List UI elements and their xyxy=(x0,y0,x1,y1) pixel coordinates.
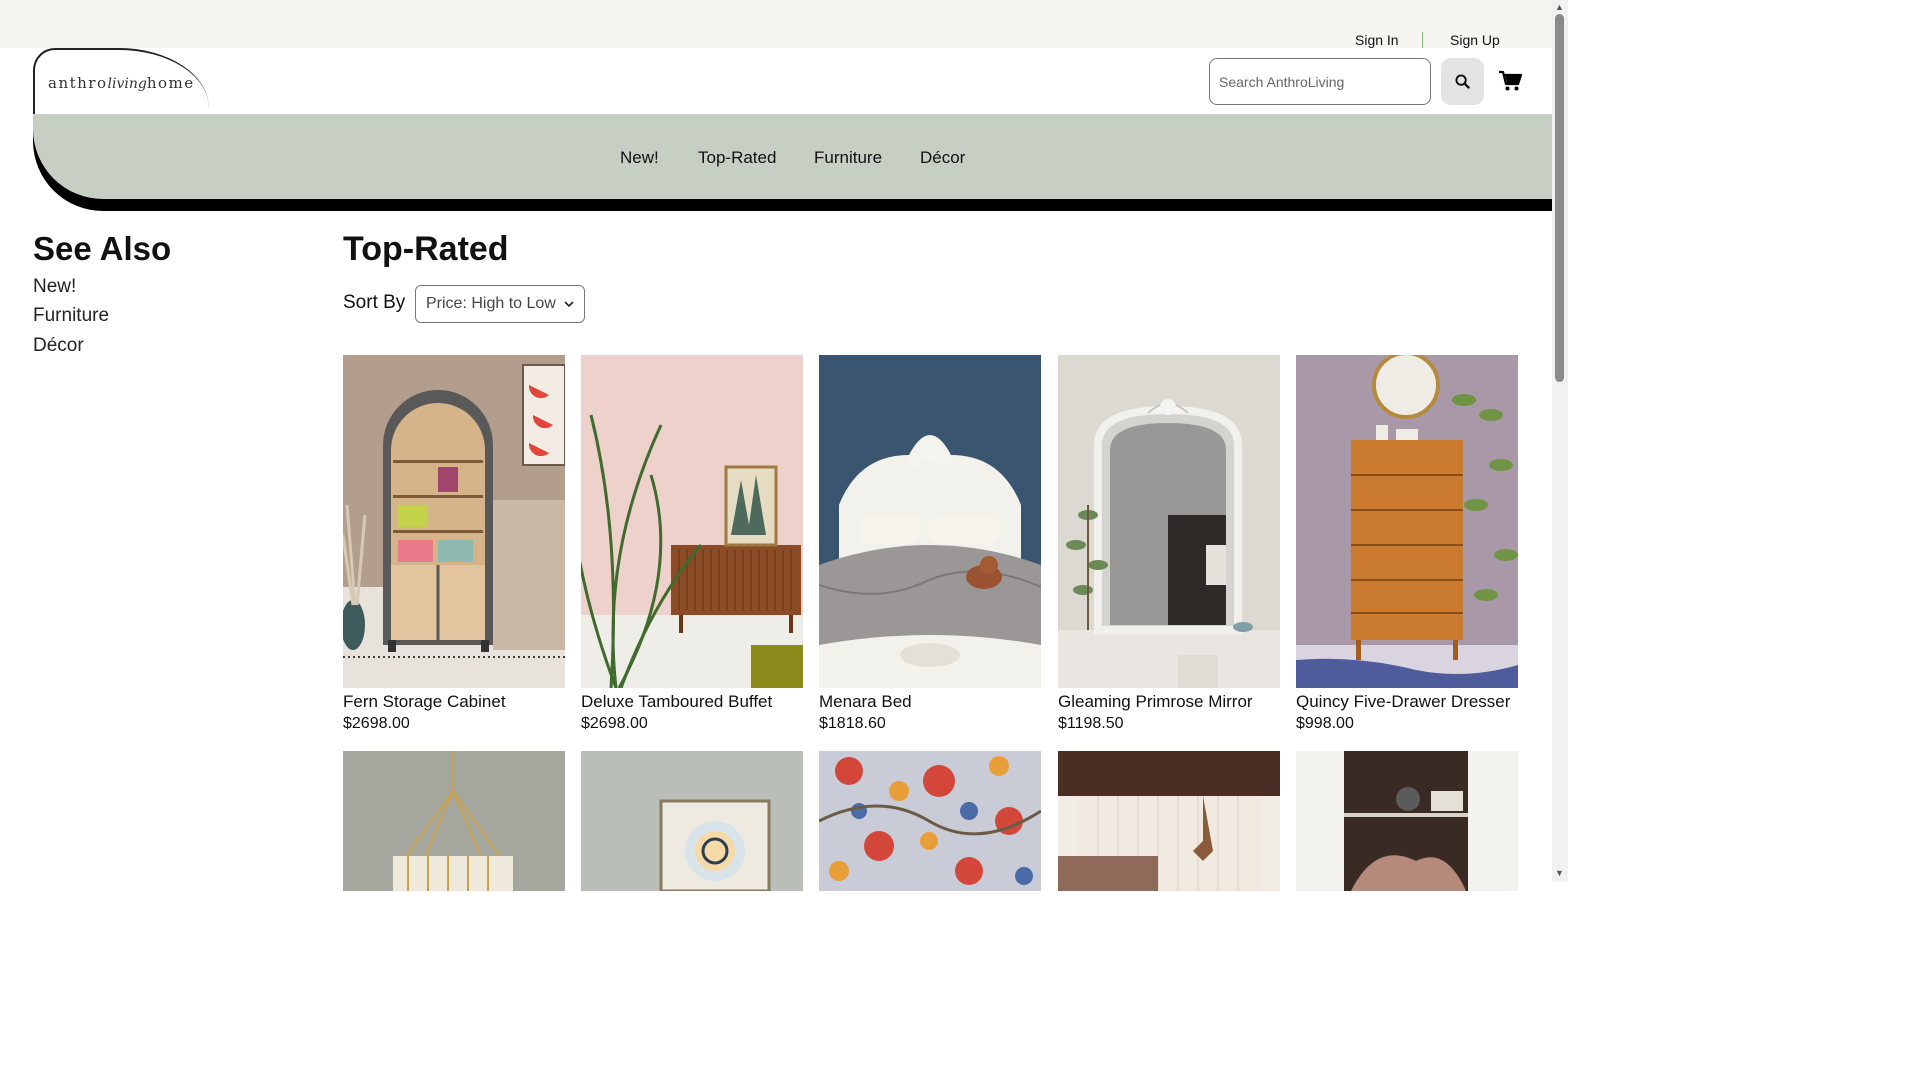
product-name[interactable]: Quincy Five-Drawer Dresser xyxy=(1296,692,1510,712)
logo-word-anthro: anthro xyxy=(48,74,108,92)
scroll-down-arrow-icon[interactable]: ▼ xyxy=(1555,868,1564,878)
sign-in-link[interactable]: Sign In xyxy=(1355,32,1399,48)
sign-up-link[interactable]: Sign Up xyxy=(1450,32,1500,48)
chevron-down-icon xyxy=(564,300,574,307)
product-name[interactable]: Menara Bed xyxy=(819,692,912,712)
product-image[interactable] xyxy=(343,355,565,688)
sort-select-value: Price: High to Low xyxy=(426,295,556,312)
nav-item-furniture[interactable]: Furniture xyxy=(814,148,882,168)
product-price: $1198.50 xyxy=(1058,715,1124,732)
product-price: $2698.00 xyxy=(343,715,410,732)
site-logo[interactable]: anthrolivinghome xyxy=(48,74,195,92)
search-input[interactable] xyxy=(1209,58,1431,105)
product-price: $2698.00 xyxy=(581,715,648,732)
scroll-up-arrow-icon[interactable]: ▲ xyxy=(1555,2,1564,12)
product-name[interactable]: Gleaming Primrose Mirror xyxy=(1058,692,1253,712)
top-bar xyxy=(0,0,1552,48)
sort-select[interactable]: Price: High to Low xyxy=(415,285,585,323)
page-title: Top-Rated xyxy=(343,230,509,268)
nav-band-fill xyxy=(33,115,1552,199)
product-image[interactable] xyxy=(819,355,1041,688)
nav-band xyxy=(33,115,1552,211)
product-price: $998.00 xyxy=(1296,715,1354,732)
scrollbar-thumb[interactable] xyxy=(1555,14,1564,382)
nav-item-new[interactable]: New! xyxy=(620,148,659,168)
product-image[interactable] xyxy=(819,751,1041,891)
product-name[interactable]: Fern Storage Cabinet xyxy=(343,692,506,712)
product-image[interactable] xyxy=(1296,355,1518,688)
search-icon xyxy=(1455,74,1470,89)
sidebar-link-new[interactable]: New! xyxy=(33,276,76,298)
sidebar-link-furniture[interactable]: Furniture xyxy=(33,305,109,327)
product-image[interactable] xyxy=(1058,751,1280,891)
sort-label: Sort By xyxy=(343,292,406,313)
product-price: $1818.60 xyxy=(819,715,886,732)
sidebar-link-decor[interactable]: Décor xyxy=(33,335,84,357)
auth-separator xyxy=(1422,32,1423,48)
product-image[interactable] xyxy=(581,751,803,891)
sidebar-title: See Also xyxy=(33,230,172,267)
product-image[interactable] xyxy=(343,751,565,891)
product-name[interactable]: Deluxe Tamboured Buffet xyxy=(581,692,772,712)
nav-item-top-rated[interactable]: Top-Rated xyxy=(698,148,776,168)
product-image[interactable] xyxy=(581,355,803,688)
logo-word-living: living xyxy=(107,76,147,92)
search-button[interactable] xyxy=(1441,58,1484,105)
product-image[interactable] xyxy=(1058,355,1280,688)
product-image[interactable] xyxy=(1296,751,1518,891)
nav-item-decor[interactable]: Décor xyxy=(920,148,965,168)
cart-icon[interactable] xyxy=(1498,70,1522,92)
logo-word-home: home xyxy=(146,74,195,92)
